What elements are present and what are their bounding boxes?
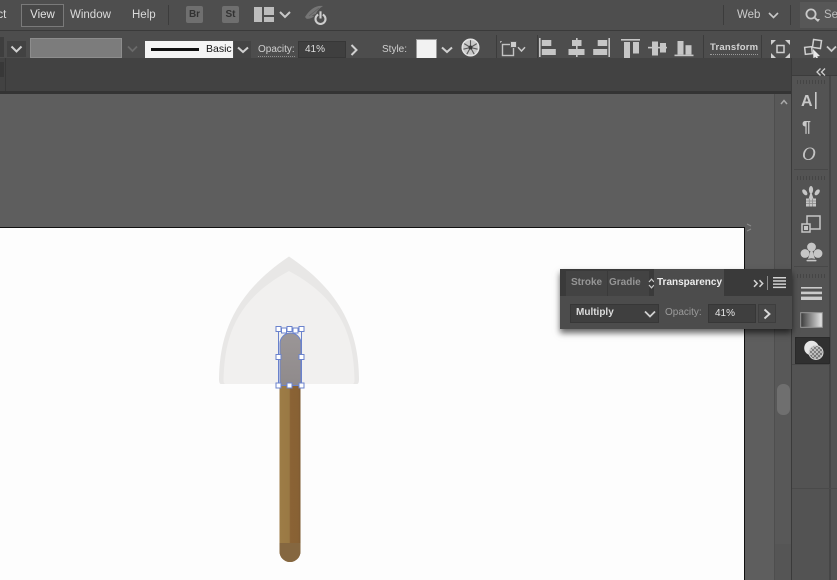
- svg-text:A: A: [801, 93, 813, 109]
